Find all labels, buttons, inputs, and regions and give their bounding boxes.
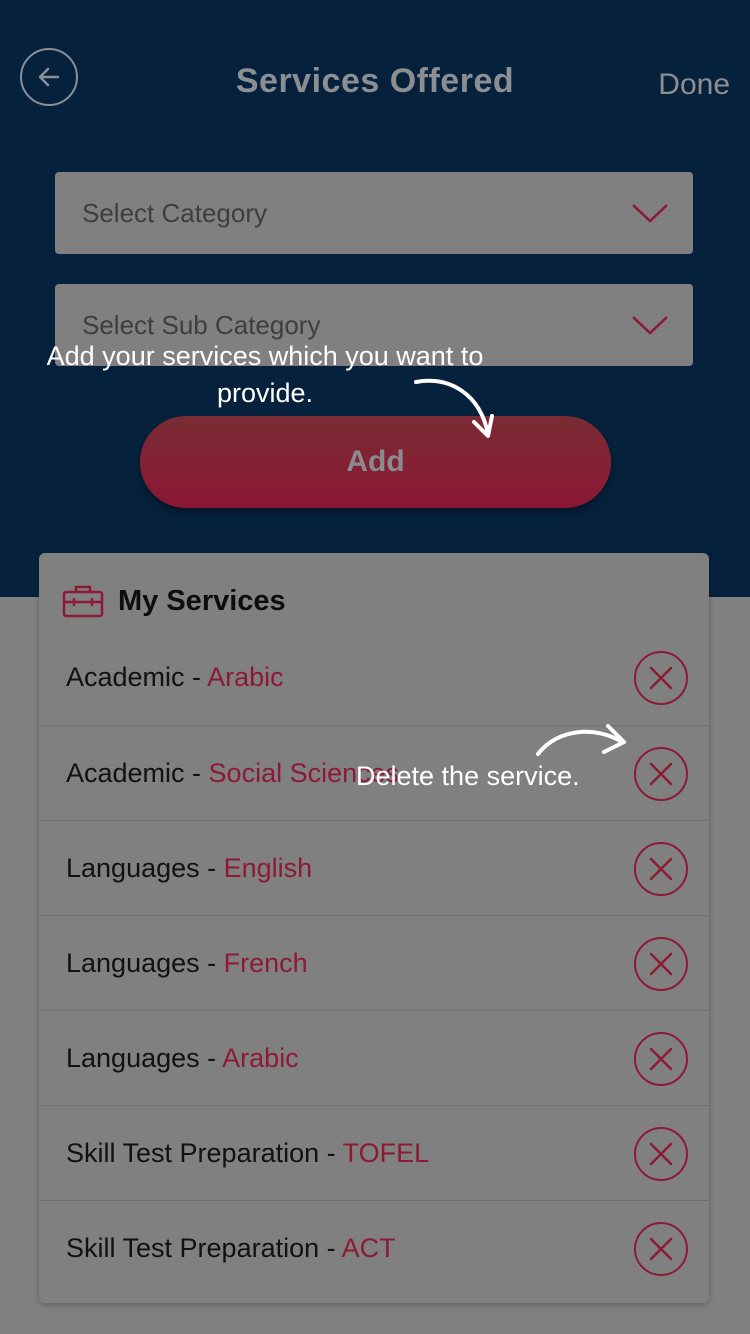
done-button[interactable]: Done: [658, 68, 730, 102]
curved-arrow-icon: [536, 724, 626, 756]
service-label: Languages - French: [66, 948, 308, 979]
service-category: Academic: [66, 662, 185, 692]
add-button[interactable]: Add: [140, 416, 611, 508]
service-category: Academic: [66, 758, 185, 788]
service-separator: -: [199, 1043, 223, 1073]
close-icon: [649, 952, 673, 975]
service-label: Skill Test Preparation - TOFEL: [66, 1138, 429, 1169]
service-label: Academic - Arabic: [66, 662, 284, 693]
service-subcategory: TOFEL: [342, 1138, 430, 1168]
delete-service-button[interactable]: [634, 841, 688, 896]
delete-service-button[interactable]: [634, 1126, 688, 1181]
service-category: Languages: [66, 948, 200, 978]
close-icon: [649, 1047, 673, 1070]
service-row: Academic - Arabic: [39, 630, 709, 725]
my-services-card: My Services Academic - Arabic Academic - …: [39, 553, 709, 1303]
service-label: Academic - Social Sciences: [66, 758, 399, 789]
service-category: Skill Test Preparation: [66, 1138, 320, 1168]
delete-service-button[interactable]: [634, 1221, 688, 1276]
service-label: Languages - Arabic: [66, 1043, 299, 1074]
subcategory-select-label: Select Sub Category: [82, 309, 321, 340]
service-label: Languages - English: [66, 853, 312, 884]
service-subcategory: Arabic: [222, 1043, 299, 1073]
close-icon: [649, 1142, 673, 1165]
service-row: Languages - English: [39, 820, 709, 916]
service-subcategory: Arabic: [207, 662, 284, 692]
briefcase-icon: [62, 585, 104, 618]
my-services-header: My Services: [62, 583, 286, 619]
chevron-down-icon: [632, 204, 668, 223]
service-separator: -: [199, 948, 224, 978]
service-separator: -: [319, 1138, 343, 1168]
my-services-title: My Services: [118, 584, 286, 617]
close-icon: [649, 857, 673, 880]
delete-service-button[interactable]: [634, 746, 688, 801]
delete-service-button[interactable]: [634, 936, 688, 991]
service-category: Languages: [66, 1043, 200, 1073]
service-subcategory: French: [223, 948, 308, 978]
service-separator: -: [319, 1233, 342, 1263]
curved-arrow-icon: [414, 378, 494, 438]
category-select[interactable]: Select Category: [55, 172, 693, 254]
page-title: Services Offered: [235, 62, 515, 100]
service-subcategory: English: [223, 853, 313, 883]
service-separator: -: [184, 758, 209, 788]
service-category: Languages: [66, 853, 200, 883]
service-subcategory: ACT: [341, 1233, 396, 1263]
service-separator: -: [184, 662, 208, 692]
service-label: Skill Test Preparation - ACT: [66, 1233, 396, 1264]
close-icon: [649, 666, 673, 689]
close-icon: [649, 762, 673, 785]
service-row: Skill Test Preparation - TOFEL: [39, 1105, 709, 1201]
service-category: Skill Test Preparation: [66, 1233, 320, 1263]
service-row: Languages - Arabic: [39, 1010, 709, 1106]
service-row: Skill Test Preparation - ACT: [39, 1200, 709, 1296]
service-separator: -: [199, 853, 224, 883]
service-row: Languages - French: [39, 915, 709, 1011]
close-icon: [649, 1237, 673, 1260]
chevron-down-icon: [632, 316, 668, 335]
delete-service-button[interactable]: [634, 650, 688, 705]
delete-service-button[interactable]: [634, 1031, 688, 1086]
category-select-label: Select Category: [82, 197, 267, 228]
